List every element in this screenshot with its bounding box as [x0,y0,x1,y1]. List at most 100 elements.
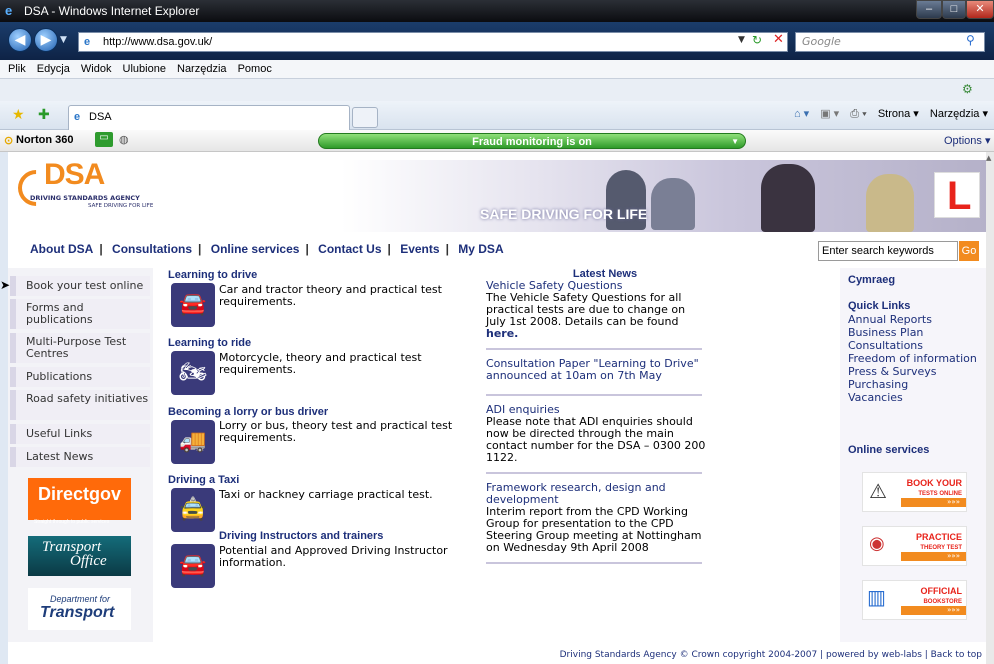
online-services-title: Online services [848,444,930,456]
back-button[interactable]: ◀ [8,28,32,52]
person-silhouette-icon [651,178,695,230]
fraud-dropdown-icon[interactable]: ▼ [731,134,739,150]
section-learning-to-drive: Learning to drive 🚘 Car and tractor theo… [168,269,468,327]
nav-contact[interactable]: Contact Us [318,242,381,256]
directgov-logo[interactable]: Directgov Straight through to public ser… [28,478,131,525]
nav-online-services[interactable]: Online services [211,242,300,256]
section-title[interactable]: Driving a Taxi [168,474,468,486]
quick-link-business-plan[interactable]: Business Plan [848,326,977,339]
norton-toolbar: ⊙ Norton 360 ▭ ◍ Fraud monitoring is on … [0,130,994,152]
news-title[interactable]: Consultation Paper "Learning to Drive" a… [486,358,706,382]
nav-about[interactable]: About DSA [30,242,93,256]
tab-page-icon: e [74,111,81,123]
address-dropdown-icon[interactable]: ▼ [738,35,745,45]
left-menu-mptc[interactable]: Multi-Purpose Test Centres [10,333,150,363]
tab-label: DSA [89,111,112,123]
official-bookstore-button[interactable]: ▥ OFFICIAL BOOKSTORE »»» [862,580,967,620]
nav-my-dsa[interactable]: My DSA [458,242,503,256]
online-label-1: PRACTICE [915,532,962,542]
norton-options[interactable]: Options ▾ [944,134,991,147]
section-title[interactable]: Driving Instructors and trainers [168,530,468,542]
section-title[interactable]: Becoming a lorry or bus driver [168,406,468,418]
search-go-button[interactable]: Go [959,241,979,261]
site-search-input[interactable]: Enter search keywords [818,241,958,261]
close-button[interactable]: ✕ [966,0,994,19]
nav-events[interactable]: Events [400,242,439,256]
left-menu-publications[interactable]: Publications [10,367,150,387]
minimize-button[interactable]: – [916,0,942,19]
news-title[interactable]: Framework research, design and developme… [486,482,706,506]
practice-theory-button[interactable]: ◉ PRACTICE THEORY TEST »»» [862,526,967,566]
tab-dsa[interactable]: e DSA [68,105,350,130]
car-icon[interactable]: 🚘 [171,283,215,327]
section-title[interactable]: Learning to ride [168,337,468,349]
history-dropdown-icon[interactable]: ▼ [60,35,67,45]
forward-button[interactable]: ▶ [34,28,58,52]
search-input[interactable]: Google [795,32,985,52]
logo-text: DSA [44,158,105,191]
motorcycle-icon[interactable]: 🏍 [171,351,215,395]
stop-icon[interactable]: ✕ [773,32,784,47]
online-label-2: TESTS ONLINE [918,491,962,497]
address-input[interactable]: e http://www.dsa.gov.uk/ [78,32,788,52]
quick-link-foi[interactable]: Freedom of information [848,352,977,365]
lorry-icon[interactable]: 🚚 [171,420,215,464]
dft-logo[interactable]: Department for Transport [28,588,131,630]
quick-link-consultations[interactable]: Consultations [848,339,977,352]
print-icon[interactable]: ⎙ ▾ [850,108,866,120]
transport-office-logo[interactable]: Transport Office [28,536,131,576]
fraud-status: Fraud monitoring is on [472,136,592,148]
quick-link-purchasing[interactable]: Purchasing [848,378,977,391]
menu-tools[interactable]: Narzędzia [177,63,227,75]
quick-link-annual-reports[interactable]: Annual Reports [848,313,977,326]
nav-separator: | [198,242,202,256]
nav-separator: | [305,242,309,256]
command-row: ⚙ [0,79,994,101]
section-title[interactable]: Learning to drive [168,269,468,281]
left-menu-forms[interactable]: Forms and publications [10,299,150,329]
online-label-1: OFFICIAL [920,586,963,596]
logo-agency-name: DRIVING STANDARDS AGENCY [30,194,140,202]
refresh-icon[interactable]: ↻ [752,33,762,47]
toolbar-extension-icon[interactable]: ⚙ [962,82,973,96]
home-icon[interactable]: ⌂ ▾ [794,108,809,120]
vertical-scrollbar[interactable]: ▲ [986,152,994,664]
maximize-button[interactable]: □ [942,0,966,19]
section-description: Potential and Approved Driving Instructo… [219,544,448,569]
left-menu-useful-links[interactable]: Useful Links [10,424,150,444]
menu-edit[interactable]: Edycja [37,63,70,75]
norton-status-icon[interactable]: ▭ [95,132,113,147]
top-navigation: About DSA | Consultations | Online service… [30,242,504,256]
fraud-monitoring-bar[interactable]: Fraud monitoring is on ▼ [318,133,746,149]
globe-icon[interactable]: ◍ [119,133,129,146]
ie-logo-icon: e [5,3,13,18]
news-link[interactable]: here. [486,328,706,340]
menu-file[interactable]: Plik [8,63,26,75]
nav-consultations[interactable]: Consultations [112,242,192,256]
road-sign-icon: ⚠ [869,479,887,503]
online-label-2: THEORY TEST [920,545,962,551]
quick-link-press[interactable]: Press & Surveys [848,365,977,378]
left-menu-road-safety[interactable]: Road safety initiatives [10,390,150,420]
left-menu-book-test[interactable]: Book your test online [10,276,150,296]
add-favorite-icon[interactable]: ✚ [38,106,50,123]
page-menu[interactable]: Strona ▾ [878,108,919,120]
menu-help[interactable]: Pomoc [238,63,272,75]
norton-icon: ⊙ [4,135,14,147]
section-description: Car and tractor theory and practical tes… [219,283,442,308]
menu-favorites[interactable]: Ulubione [123,63,166,75]
menu-view[interactable]: Widok [81,63,112,75]
instructor-icon[interactable]: 🚘 [171,544,215,588]
feeds-icon[interactable]: ▣ ▾ [820,108,839,120]
quick-link-vacancies[interactable]: Vacancies [848,391,977,404]
favorites-star-icon[interactable]: ★ [12,106,25,123]
cymraeg-link[interactable]: Cymraeg [848,274,895,286]
new-tab-button[interactable] [352,107,378,128]
taxi-icon[interactable]: 🚖 [171,488,215,532]
tools-menu[interactable]: Narzędzia ▾ [930,108,988,120]
book-your-test-button[interactable]: ⚠ BOOK YOUR TESTS ONLINE »»» [862,472,967,512]
search-icon[interactable]: ⚲ [966,33,975,47]
left-menu-latest-news[interactable]: Latest News [10,447,150,467]
scroll-up-icon[interactable]: ▲ [986,154,991,162]
transport-office-line1: Transport [42,539,102,555]
